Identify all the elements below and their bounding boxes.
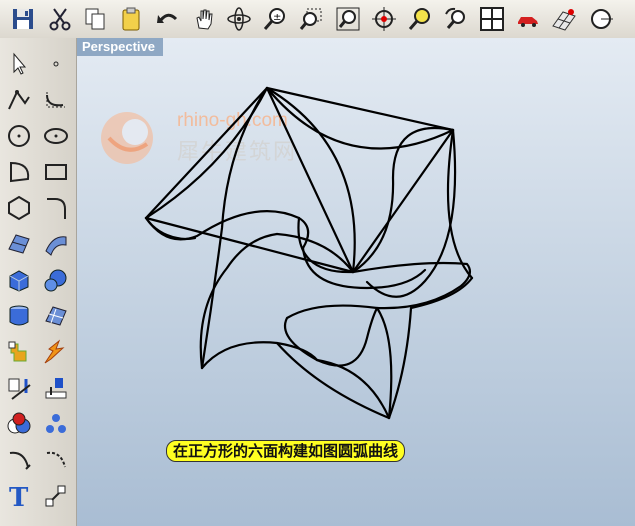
rotate-icon[interactable] — [3, 444, 35, 476]
mesh-icon[interactable] — [40, 300, 72, 332]
pan-hand-icon[interactable] — [189, 3, 219, 34]
box-solid-icon[interactable] — [3, 264, 35, 296]
save-icon[interactable] — [8, 3, 38, 34]
dashed-arc-icon[interactable] — [40, 444, 72, 476]
undo-icon[interactable] — [153, 3, 183, 34]
point-icon[interactable] — [40, 48, 72, 80]
arc-curve — [387, 306, 413, 420]
polyline-icon[interactable] — [3, 84, 35, 116]
paste-icon[interactable] — [116, 3, 146, 34]
arc-curve — [315, 358, 391, 420]
sphere-solid-icon[interactable] — [40, 264, 72, 296]
zoom-selected-icon[interactable] — [405, 3, 435, 34]
grid-plane-icon[interactable] — [549, 3, 579, 34]
left-toolbar: T — [0, 38, 77, 526]
arc-curve — [275, 341, 391, 420]
rectangle-icon[interactable] — [40, 156, 72, 188]
curve-control-points-icon[interactable] — [40, 84, 72, 116]
cut-icon[interactable] — [45, 3, 75, 34]
svg-text:T: T — [9, 483, 29, 509]
copy-icon[interactable] — [80, 3, 110, 34]
arc-curve — [144, 210, 310, 250]
text-icon[interactable]: T — [3, 480, 35, 512]
cylinder-solid-icon[interactable] — [3, 300, 35, 332]
arc-curve — [265, 86, 455, 150]
zoom-extents-icon[interactable] — [333, 3, 363, 34]
zoom-window-icon[interactable] — [296, 3, 326, 34]
cube-edge — [144, 86, 269, 220]
fillet-icon[interactable] — [40, 192, 72, 224]
zoom-target-icon[interactable] — [369, 3, 399, 34]
arc-curve — [284, 304, 379, 367]
perspective-viewport[interactable]: Perspective rhino-gh.com 犀牛建筑网 在正方形的六面构建… — [77, 38, 635, 526]
surface-extrude-icon[interactable] — [40, 228, 72, 260]
cube-edge — [351, 128, 455, 274]
ellipse-icon[interactable] — [40, 120, 72, 152]
move-icon[interactable] — [40, 480, 72, 512]
circle-icon[interactable] — [3, 120, 35, 152]
points-on-icon[interactable] — [40, 408, 72, 440]
rotate-view-icon[interactable] — [224, 3, 254, 34]
boolean-union-icon[interactable] — [3, 336, 35, 368]
arc-curve — [365, 128, 457, 298]
select-arrow-icon[interactable] — [3, 48, 35, 80]
arc-curve — [446, 128, 474, 280]
four-viewports-icon[interactable] — [477, 3, 507, 34]
project-curve-icon[interactable] — [3, 372, 35, 404]
explode-icon[interactable] — [40, 336, 72, 368]
cube-edge — [265, 86, 355, 274]
car-render-icon[interactable] — [513, 3, 543, 34]
render-spheres-icon[interactable] — [3, 408, 35, 440]
polygon-icon[interactable] — [3, 192, 35, 224]
split-icon[interactable] — [40, 372, 72, 404]
zoom-in-out-icon[interactable]: ± — [260, 3, 290, 34]
main-toolbar: ± — [0, 0, 635, 39]
arc-icon[interactable] — [3, 156, 35, 188]
arc-curve — [275, 232, 355, 274]
instruction-caption: 在正方形的六面构建如图圆弧曲线 — [166, 440, 406, 462]
svg-text:±: ± — [273, 12, 281, 23]
osnap-icon[interactable] — [586, 3, 616, 34]
undo-view-icon[interactable] — [441, 3, 471, 34]
surface-from-points-icon[interactable] — [3, 228, 35, 260]
